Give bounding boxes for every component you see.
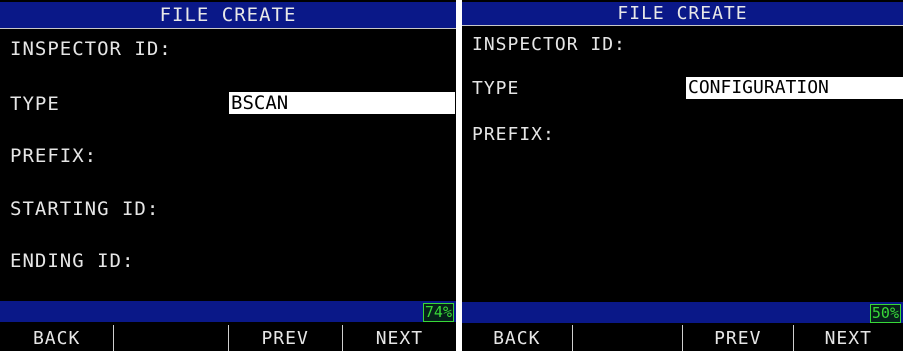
inspector-id-label: INSPECTOR ID: <box>10 38 172 60</box>
battery-indicator: 50% <box>869 304 901 323</box>
right-screen: FILE CREATE INSPECTOR ID: TYPE CONFIGURA… <box>462 0 903 351</box>
back-softkey[interactable]: BACK <box>0 325 115 351</box>
left-screen: FILE CREATE INSPECTOR ID: TYPE BSCAN PRE… <box>0 0 456 351</box>
status-bar: 50% <box>462 302 903 323</box>
prev-softkey[interactable]: PREV <box>683 325 794 351</box>
next-softkey[interactable]: NEXT <box>794 325 903 351</box>
prefix-label: PREFIX: <box>10 145 98 167</box>
status-bar: 74% <box>0 301 456 322</box>
back-softkey[interactable]: BACK <box>462 325 573 351</box>
type-label: TYPE <box>472 78 520 99</box>
inspector-id-label: INSPECTOR ID: <box>472 34 626 55</box>
ending-id-label: ENDING ID: <box>10 250 135 272</box>
starting-id-label: STARTING ID: <box>10 198 160 220</box>
screen-title: FILE CREATE <box>0 2 456 29</box>
next-softkey[interactable]: NEXT <box>343 325 456 351</box>
prefix-label: PREFIX: <box>472 124 555 145</box>
screen-title: FILE CREATE <box>462 2 903 26</box>
blank-softkey[interactable] <box>114 325 229 351</box>
softkey-bar: BACK PREV NEXT <box>0 325 456 351</box>
battery-indicator: 74% <box>422 303 454 322</box>
type-value-field[interactable]: CONFIGURATION <box>686 77 903 99</box>
prev-softkey[interactable]: PREV <box>229 325 343 351</box>
softkey-bar: BACK PREV NEXT <box>462 325 903 351</box>
blank-softkey[interactable] <box>573 325 683 351</box>
type-value-field[interactable]: BSCAN <box>229 92 455 114</box>
type-label: TYPE <box>10 93 60 115</box>
